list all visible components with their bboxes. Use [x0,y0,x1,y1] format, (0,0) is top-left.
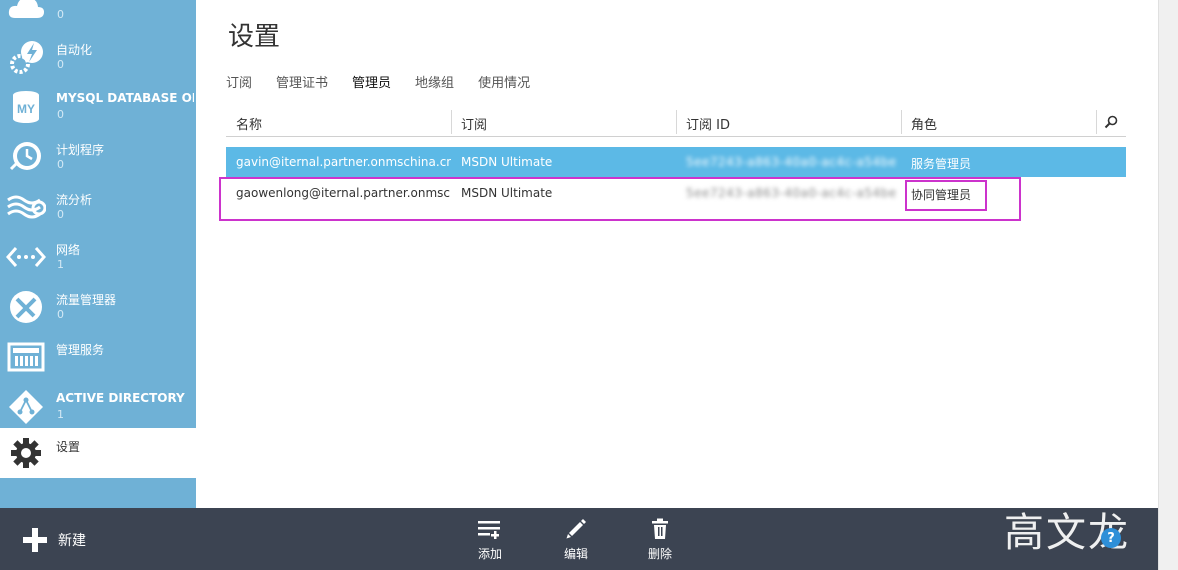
delete-button-label: 删除 [647,547,672,561]
traffic-manager-icon [6,289,46,325]
sidebar-item-cloud[interactable]: 0 [0,0,196,32]
sidebar-item-count: 0 [57,108,64,121]
column-header-role[interactable]: 角色 [911,114,937,133]
sidebar-item-count: 1 [57,258,64,271]
settings-gear-icon [6,435,46,471]
search-icon [1104,115,1118,129]
add-list-icon [478,521,500,539]
column-divider [676,110,677,134]
cloud-icon [6,0,46,25]
cell-name: gaowenlong@iternal.partner.onmschi... [236,186,451,200]
cell-name: gavin@iternal.partner.onmschina.cn [236,155,451,169]
table-row[interactable]: gaowenlong@iternal.partner.onmschi... MS… [226,178,1126,208]
column-divider [901,110,902,134]
tab-bar: 订阅 管理证书 管理员 地缘组 使用情况 [226,72,530,91]
sidebar-item-active-directory[interactable]: ACTIVE DIRECTORY 1 [0,382,196,432]
mysql-badge: MY [17,102,35,116]
sidebar-item-label: 计划程序 [56,143,105,157]
sidebar-item-management-services[interactable]: 管理服务 [0,332,196,382]
sidebar-item-count: 0 [57,208,64,221]
sidebar-item-label: 管理服务 [56,343,105,357]
column-header-name[interactable]: 名称 [236,114,262,133]
automation-icon [6,39,46,75]
sidebar-item-traffic-manager[interactable]: 流量管理器 0 [0,282,196,332]
cell-role: 协同管理员 [911,188,972,202]
add-button-label: 添加 [477,547,502,561]
sidebar-item-label: 自动化 [56,43,93,57]
sidebar-item-label: ACTIVE DIRECTORY [56,391,185,405]
table-row[interactable]: gavin@iternal.partner.onmschina.cn MSDN … [226,147,1126,177]
tab-affinity-groups[interactable]: 地缘组 [415,72,454,91]
network-icon [6,239,46,275]
administrators-table: 名称 订阅 订阅 ID 角色 gavin@iternal.partner.onm… [226,108,1126,202]
edit-button[interactable]: 编辑 [552,508,600,570]
sidebar-item-automation[interactable]: 自动化 0 [0,32,196,82]
new-button-label: 新建 [58,533,86,549]
page-title: 设置 [228,22,281,52]
table-header: 名称 订阅 订阅 ID 角色 [226,108,1126,137]
trash-icon [652,518,668,539]
sidebar-item-mysql[interactable]: MY MYSQL DATABASE ON ... 0 [0,82,196,132]
scrollbar[interactable] [1158,0,1178,570]
sidebar-item-label: 流量管理器 [56,293,117,307]
cell-subscription-id: 5ee7243-a863-40a0-ac4c-a54bed4c0 [686,155,896,169]
sidebar-item-count: 0 [57,158,64,171]
stream-analytics-icon [6,189,46,225]
sidebar-item-count: 0 [57,308,64,321]
sidebar-item-count: 0 [57,8,64,21]
table-search-button[interactable] [1096,108,1126,136]
sidebar-item-settings[interactable]: 设置 [0,428,196,478]
plus-icon [23,528,47,552]
sidebar-item-label: 流分析 [56,193,93,207]
sidebar-item-count: 0 [57,58,64,71]
help-button[interactable]: ? [1101,528,1121,548]
delete-button[interactable]: 删除 [636,508,684,570]
command-bar: 新建 添加 编辑 删除 [0,508,1158,570]
sidebar-item-label: MYSQL DATABASE ON ... [56,91,194,105]
sidebar-item-count: 1 [57,408,64,421]
main-content: 设置 订阅 管理证书 管理员 地缘组 使用情况 名称 订阅 订阅 ID 角色 g… [196,0,1158,508]
cell-subscription-id: 5ee7243-a863-40a0-ac4c-a54bed4c0... [686,186,896,200]
cell-role: 服务管理员 [911,157,972,171]
column-header-subscription[interactable]: 订阅 [461,114,487,133]
sidebar: 0 自动化 0 MY MYSQL DATABASE ON ... 0 [0,0,196,508]
mysql-icon: MY [6,89,46,125]
new-button[interactable]: 新建 [22,525,86,555]
sidebar-item-stream-analytics[interactable]: 流分析 0 [0,182,196,232]
pencil-icon [566,519,586,539]
column-divider [451,110,452,134]
sidebar-item-label: 网络 [56,243,81,257]
column-header-subscription-id[interactable]: 订阅 ID [686,114,730,133]
management-services-icon [6,339,46,375]
cell-subscription: MSDN Ultimate [461,155,553,169]
sidebar-item-scheduler[interactable]: 计划程序 0 [0,132,196,182]
tab-subscriptions[interactable]: 订阅 [226,72,252,91]
active-directory-icon [6,389,46,425]
tab-administrators[interactable]: 管理员 [352,72,391,91]
tab-usage[interactable]: 使用情况 [478,72,530,91]
sidebar-item-network[interactable]: 网络 1 [0,232,196,282]
add-button[interactable]: 添加 [466,508,514,570]
edit-button-label: 编辑 [563,547,588,561]
sidebar-item-label: 设置 [56,440,81,454]
tab-management-certificates[interactable]: 管理证书 [276,72,328,91]
scheduler-icon [6,139,46,175]
cell-subscription: MSDN Ultimate [461,186,553,200]
